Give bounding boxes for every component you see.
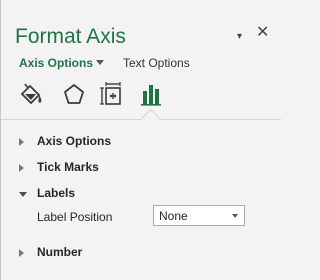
- format-axis-pane: Format Axis ▾ ✕ Axis Options Text Option…: [0, 0, 281, 280]
- section-label: Tick Marks: [37, 160, 99, 174]
- text-options-tab[interactable]: Text Options: [123, 56, 190, 70]
- section-label: Number: [37, 245, 83, 259]
- label-position-label: Label Position: [37, 210, 113, 224]
- label-position-select[interactable]: None: [153, 205, 245, 226]
- close-icon[interactable]: ✕: [256, 25, 269, 41]
- fill-line-icon[interactable]: [17, 80, 47, 110]
- axis-options-caret-icon[interactable]: [96, 60, 104, 65]
- size-properties-icon[interactable]: [97, 80, 127, 110]
- format-category-icons: [1, 80, 281, 120]
- label-position-value: None: [159, 209, 188, 223]
- effects-icon[interactable]: [59, 80, 89, 110]
- expand-icon: [19, 164, 24, 172]
- section-label: Labels: [37, 186, 76, 200]
- expand-icon: [19, 138, 24, 146]
- chevron-down-icon: [232, 214, 238, 218]
- axis-options-tab[interactable]: Axis Options: [19, 56, 93, 70]
- pane-options-dropdown-icon[interactable]: ▾: [237, 30, 242, 44]
- axis-options-icon[interactable]: [137, 80, 167, 110]
- pane-title: Format Axis: [15, 25, 126, 48]
- section-label: Axis Options: [37, 134, 112, 148]
- collapse-icon: [19, 192, 27, 197]
- expand-icon: [19, 249, 24, 257]
